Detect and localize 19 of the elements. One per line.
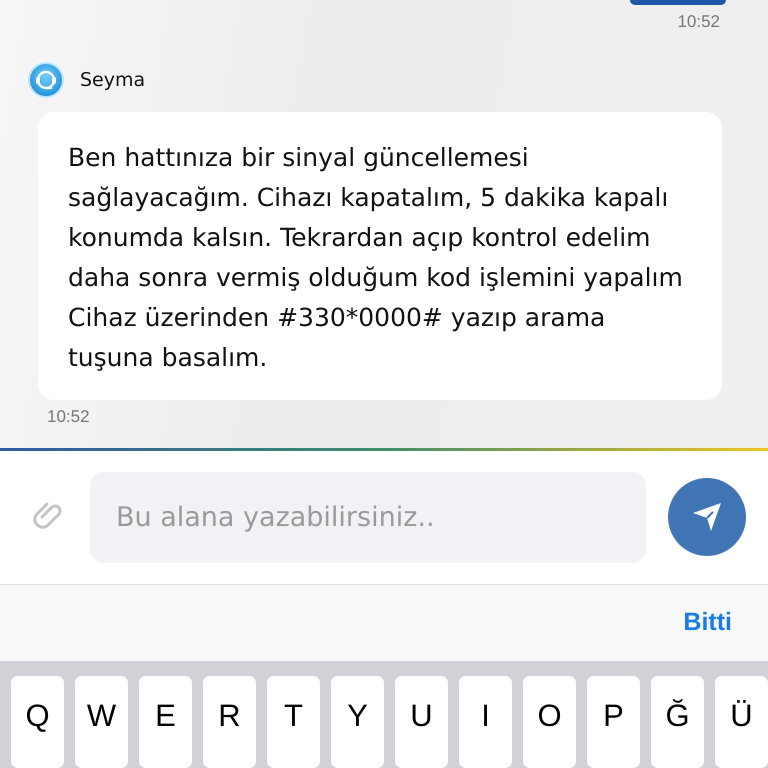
message-bubble: Ben hattınıza bir sinyal güncellemesi sağlayacağım. Cihazı kapatalım, 5 dakika kapalı konumda kalsın. Tekrardan açıp kontrol edelim daha sonra vermiş olduğum kod işlemini yapalım Cihaz üzerinden #330*0000# yazıp arama tuşuna basalım.: [38, 112, 722, 400]
keyboard-key[interactable]: Ğ: [651, 676, 704, 768]
keyboard-key[interactable]: T: [267, 676, 320, 768]
keyboard-key[interactable]: Q: [11, 676, 64, 768]
message-time: 10:52: [677, 12, 720, 32]
keyboard-key[interactable]: Y: [331, 676, 384, 768]
message-input-field[interactable]: Bu alana yazabilirsiniz..: [90, 472, 646, 563]
done-button[interactable]: Bitti: [683, 608, 732, 638]
agent-name: Seyma: [80, 69, 146, 91]
keyboard-key[interactable]: I: [459, 676, 512, 768]
keyboard-key[interactable]: Ü: [715, 676, 768, 768]
agent-avatar-icon: [28, 62, 64, 98]
message-time: 10:52: [47, 407, 91, 427]
keyboard-key[interactable]: U: [395, 676, 448, 768]
keyboard-key[interactable]: W: [75, 676, 128, 768]
keyboard-key[interactable]: P: [587, 676, 640, 768]
keyboard-key[interactable]: R: [203, 676, 256, 768]
keyboard-key[interactable]: E: [139, 676, 192, 768]
keyboard-key[interactable]: O: [523, 676, 576, 768]
